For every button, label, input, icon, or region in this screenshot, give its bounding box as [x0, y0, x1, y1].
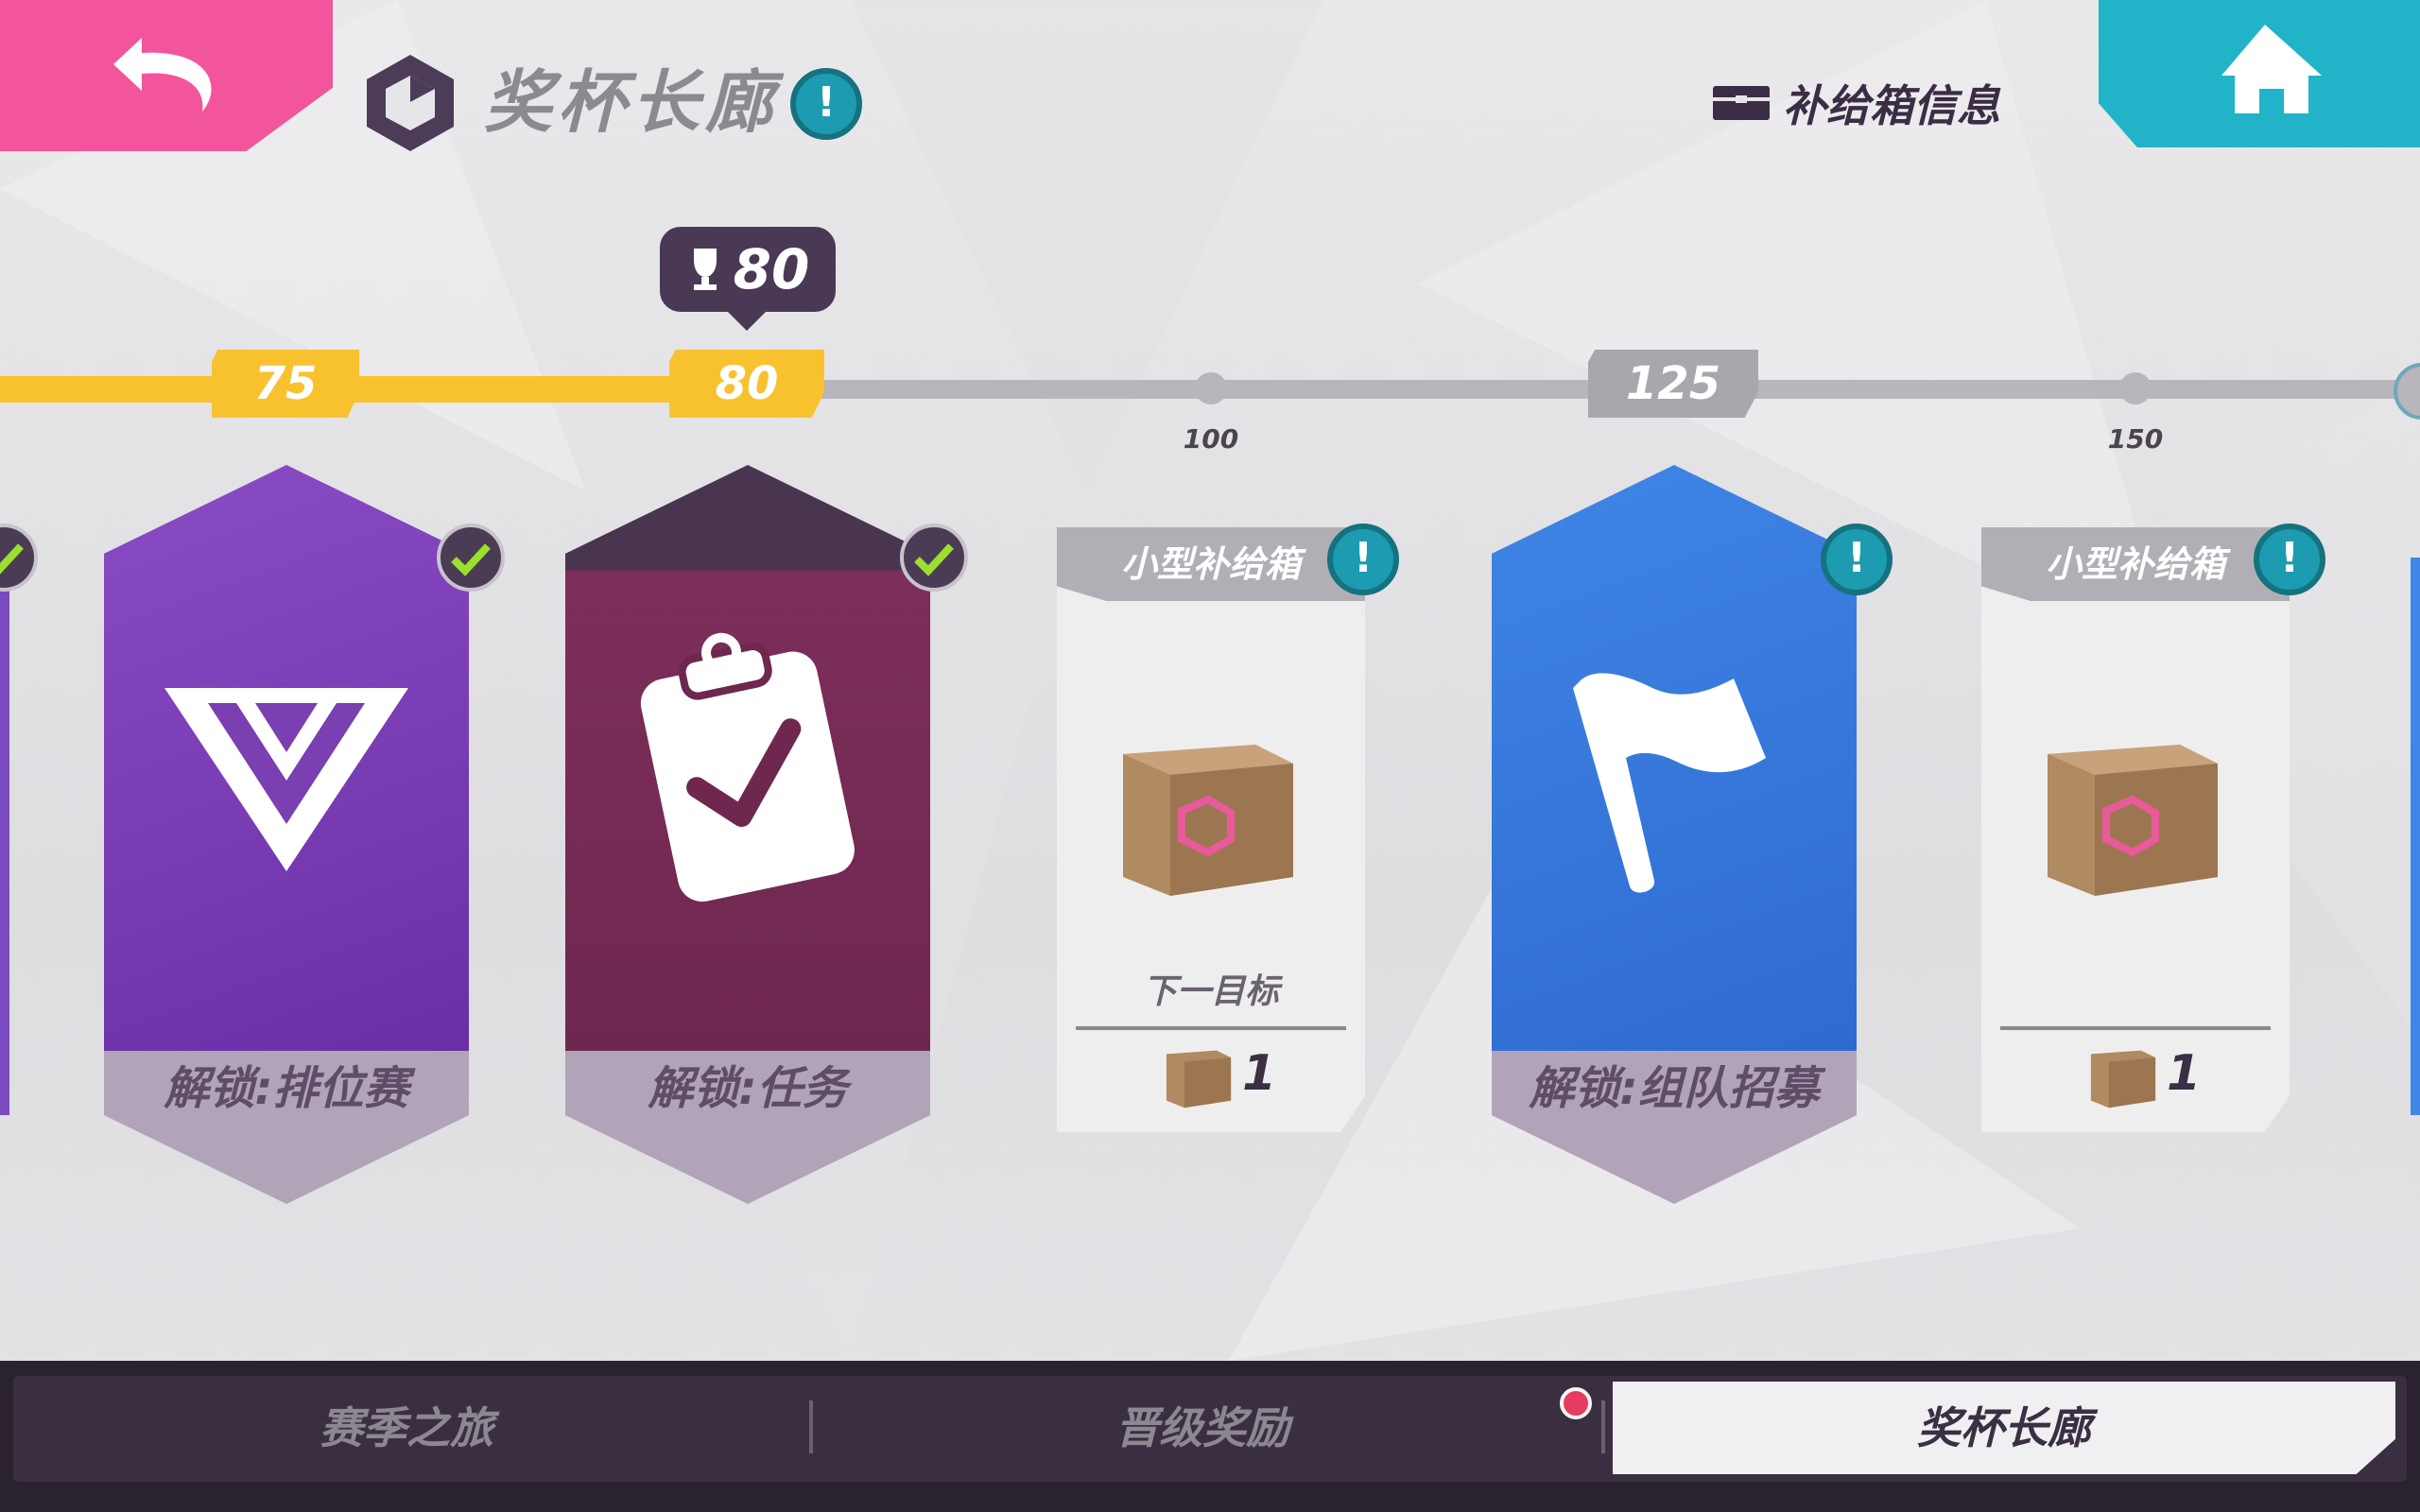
track-label-100: 100	[1183, 423, 1239, 455]
trophy-icon	[693, 249, 717, 290]
track-dot-100	[1195, 372, 1227, 404]
home-button[interactable]	[2099, 0, 2420, 147]
supply-box-icon	[1123, 745, 1293, 896]
track-dot-150	[2119, 372, 2152, 404]
supply-box-small-icon	[2090, 1050, 2156, 1108]
supply-box-info-label: 补给箱信息	[1783, 80, 2000, 131]
current-trophy-count: 80	[733, 237, 810, 301]
milestone-125: 125	[1588, 350, 1758, 418]
supply-box-info-button[interactable]: !	[2254, 524, 2325, 595]
offscreen-card-right	[2411, 558, 2420, 1115]
offscreen-card-left	[0, 529, 9, 1115]
notification-dot	[1560, 1387, 1592, 1419]
tab-divider	[809, 1400, 813, 1453]
reward-count: 1	[1242, 1045, 1277, 1102]
reward-card-art	[565, 465, 930, 1051]
tab-promotion-rewards[interactable]: 晋级奖励	[815, 1382, 1590, 1474]
reward-card-team-recruit[interactable]: 解锁:组队招募	[1492, 465, 1857, 1204]
completed-check-icon	[900, 524, 968, 592]
track-label-150: 150	[2107, 423, 2164, 455]
milestone-80: 80	[669, 350, 824, 418]
trophy-gallery-logo-icon	[367, 55, 454, 151]
reward-card-ranked[interactable]: 解锁:排位赛	[104, 465, 469, 1204]
tab-trophy-gallery[interactable]: 奖杯长廊	[1613, 1382, 2395, 1474]
supply-box-small-icon	[1166, 1050, 1232, 1108]
next-goal-label: 下一目标	[1142, 972, 1279, 1011]
flag-icon	[1573, 673, 1766, 893]
supply-box-card[interactable]: 小型补给箱 1	[1981, 527, 2290, 1132]
reward-card-art	[104, 465, 469, 1051]
supply-box-info-button[interactable]: 补给箱信息	[1713, 74, 2000, 132]
supply-box-card[interactable]: 小型补给箱 下一目标 1	[1057, 527, 1365, 1132]
supply-box-icon	[2048, 745, 2218, 896]
current-trophy-tag: 80	[660, 227, 836, 331]
supply-box-info-button[interactable]: !	[1327, 524, 1399, 595]
milestone-75: 75	[212, 350, 359, 418]
page-title: 奖杯长廊	[484, 62, 780, 142]
title-info-button[interactable]: !	[790, 68, 862, 140]
supply-box-title: 小型补给箱	[1057, 527, 1365, 601]
ranked-emblem-icon	[164, 688, 408, 871]
tab-divider	[1601, 1400, 1605, 1453]
reward-card-task[interactable]: 解锁:任务	[565, 465, 930, 1204]
check-icon	[0, 524, 38, 592]
divider	[1076, 1026, 1346, 1030]
divider	[2000, 1026, 2271, 1030]
tab-season-journey[interactable]: 赛季之旅	[19, 1382, 794, 1474]
supply-box-title: 小型补给箱	[1981, 527, 2290, 601]
reward-card-art	[1492, 465, 1857, 1051]
reward-count: 1	[2167, 1045, 2202, 1102]
home-icon	[2221, 25, 2322, 113]
chest-icon	[1713, 86, 1770, 120]
reward-info-button[interactable]: !	[1821, 524, 1893, 595]
completed-check-icon	[437, 524, 505, 592]
clipboard-check-icon	[640, 632, 855, 902]
